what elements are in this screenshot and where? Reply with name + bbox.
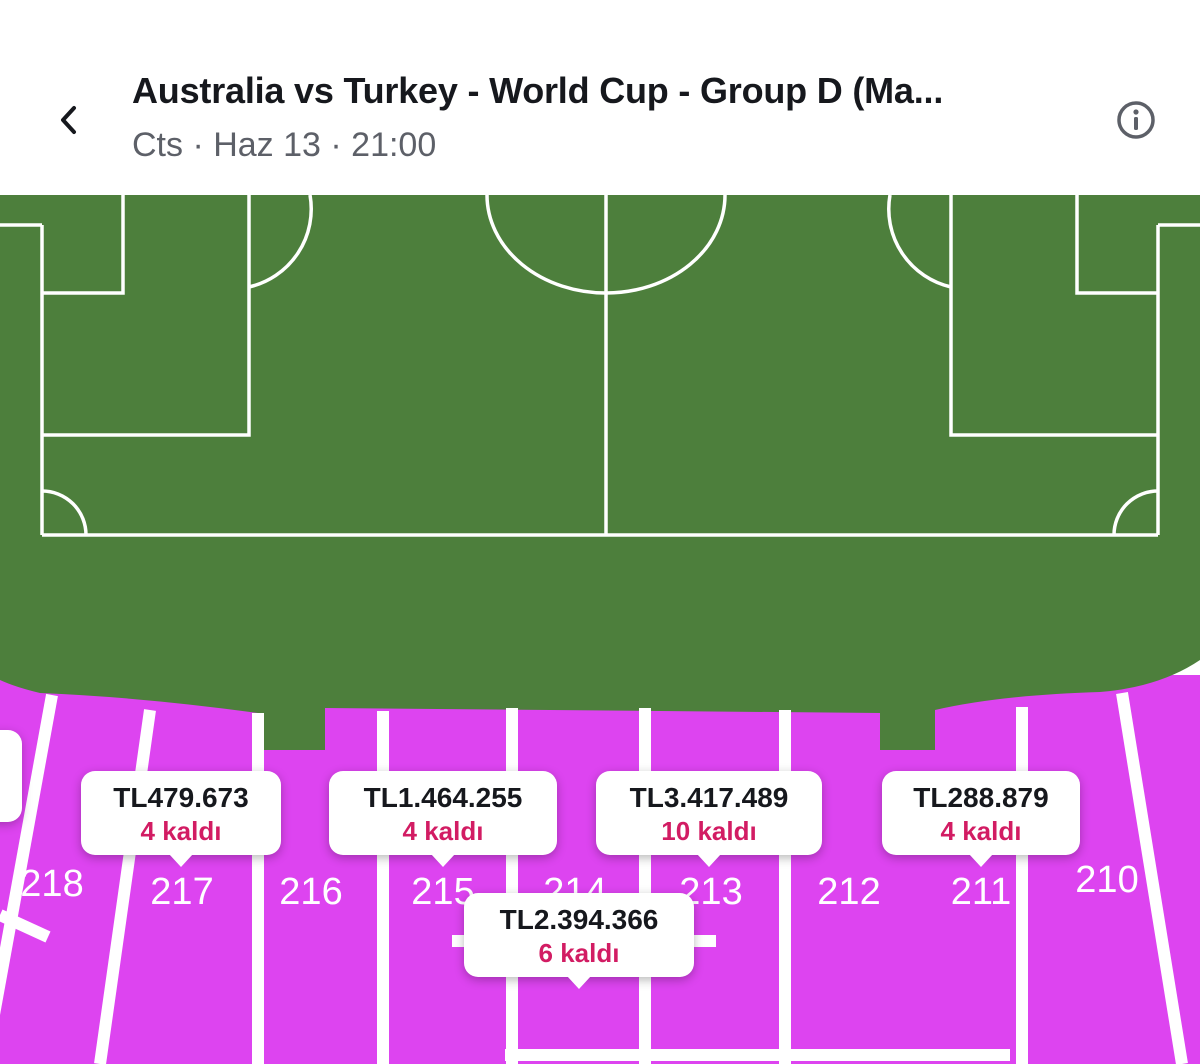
price-pin-section-217[interactable]: TL479.673 4 kaldı xyxy=(81,771,281,867)
info-button[interactable] xyxy=(1108,92,1164,148)
pin-remaining: 4 kaldı xyxy=(140,816,222,846)
back-button[interactable] xyxy=(40,90,96,150)
info-icon xyxy=(1117,101,1155,139)
pin-price: TL3.417.489 xyxy=(629,782,789,813)
event-title: Australia vs Turkey - World Cup - Group … xyxy=(132,70,944,111)
price-pin-section-213[interactable]: TL3.417.489 10 kaldı xyxy=(596,771,822,867)
pin-price: TL288.879 xyxy=(913,782,1049,813)
stadium-seat-map[interactable]: 218 217 216 215 214 213 212 211 210 TL47… xyxy=(0,195,1200,1064)
pin-remaining: 4 kaldı xyxy=(402,816,484,846)
price-pin-section-214[interactable]: TL2.394.366 6 kaldı xyxy=(464,893,694,989)
price-pin-section-211[interactable]: TL288.879 4 kaldı xyxy=(882,771,1080,867)
event-header: Australia vs Turkey - World Cup - Group … xyxy=(0,0,1200,195)
pin-price: TL479.673 xyxy=(113,782,249,813)
event-datetime: Cts · Haz 13 · 21:00 xyxy=(132,126,437,164)
pin-remaining: 10 kaldı xyxy=(661,816,757,846)
pin-remaining: 6 kaldı xyxy=(538,938,620,968)
side-panel-handle[interactable] xyxy=(0,730,22,822)
price-pin-section-215[interactable]: TL1.464.255 4 kaldı xyxy=(329,771,557,867)
pin-price: TL1.464.255 xyxy=(363,782,523,813)
chevron-left-icon xyxy=(61,106,76,134)
pin-remaining: 4 kaldı xyxy=(940,816,1022,846)
pin-price: TL2.394.366 xyxy=(499,904,659,935)
